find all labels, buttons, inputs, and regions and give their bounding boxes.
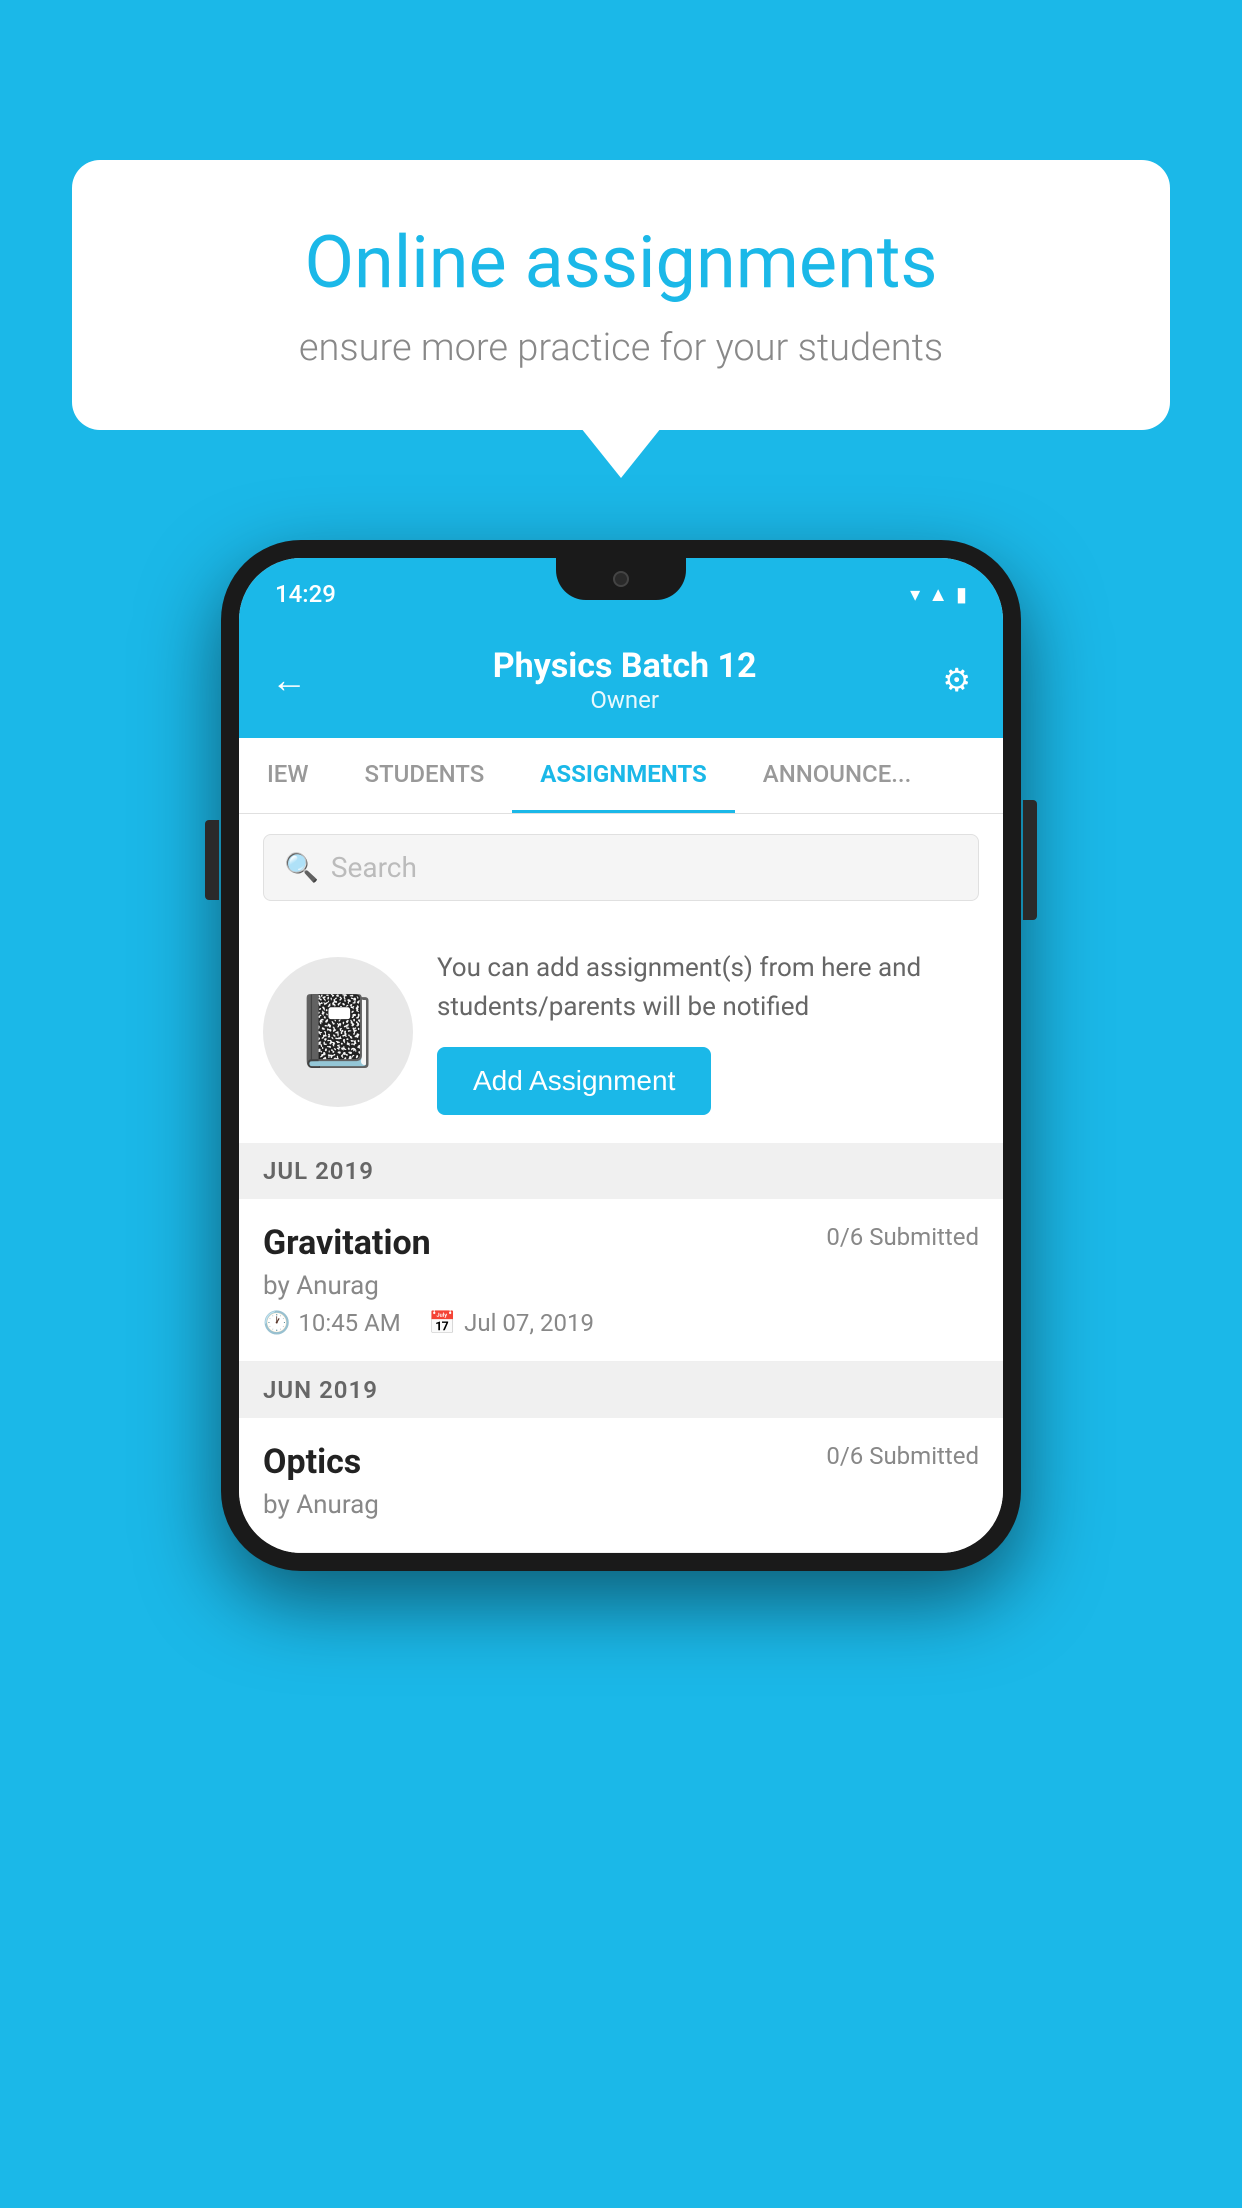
info-section: 📓 You can add assignment(s) from here an… <box>239 921 1003 1143</box>
tabs-bar: IEW STUDENTS ASSIGNMENTS ANNOUNCE... <box>239 738 1003 814</box>
speech-bubble-container: Online assignments ensure more practice … <box>72 160 1170 430</box>
tab-iew[interactable]: IEW <box>239 738 336 813</box>
status-icons: ▾ ▲ ▮ <box>910 582 967 607</box>
search-container: 🔍 Search <box>239 814 1003 921</box>
assignment-by-gravitation: by Anurag <box>263 1271 979 1301</box>
calendar-icon-gravitation: 📅 <box>429 1311 456 1336</box>
assignment-item-gravitation[interactable]: Gravitation 0/6 Submitted by Anurag 🕐 10… <box>239 1199 1003 1362</box>
speech-bubble: Online assignments ensure more practice … <box>72 160 1170 430</box>
tab-announcements[interactable]: ANNOUNCE... <box>735 738 939 813</box>
submitted-badge-optics: 0/6 Submitted <box>826 1442 979 1470</box>
search-placeholder: Search <box>331 851 417 884</box>
clock-icon-gravitation: 🕐 <box>263 1311 290 1336</box>
phone-wrapper: 14:29 ▾ ▲ ▮ ← Physics Batch 12 Owner ⚙ <box>221 540 1021 1571</box>
time-value-gravitation: 10:45 AM <box>298 1309 400 1337</box>
search-input-wrapper[interactable]: 🔍 Search <box>263 834 979 901</box>
header-title: Physics Batch 12 <box>307 646 942 686</box>
status-bar: 14:29 ▾ ▲ ▮ <box>239 558 1003 630</box>
assignment-by-optics: by Anurag <box>263 1490 979 1520</box>
assignment-icon-circle: 📓 <box>263 957 413 1107</box>
bubble-title: Online assignments <box>142 220 1100 306</box>
assignment-notebook-icon: 📓 <box>294 991 381 1073</box>
notch-cutout <box>556 558 686 600</box>
submitted-badge-gravitation: 0/6 Submitted <box>826 1223 979 1251</box>
tab-assignments[interactable]: ASSIGNMENTS <box>512 738 735 813</box>
info-description: You can add assignment(s) from here and … <box>437 949 979 1027</box>
settings-button[interactable]: ⚙ <box>942 661 971 699</box>
wifi-icon: ▾ <box>910 582 920 606</box>
camera-dot <box>613 571 629 587</box>
phone-screen: 14:29 ▾ ▲ ▮ ← Physics Batch 12 Owner ⚙ <box>239 558 1003 1553</box>
status-time: 14:29 <box>275 580 336 608</box>
assignment-name-optics: Optics <box>263 1442 361 1482</box>
bubble-subtitle: ensure more practice for your students <box>142 326 1100 370</box>
meta-date-gravitation: 📅 Jul 07, 2019 <box>429 1309 594 1337</box>
phone-outer: 14:29 ▾ ▲ ▮ ← Physics Batch 12 Owner ⚙ <box>221 540 1021 1571</box>
date-value-gravitation: Jul 07, 2019 <box>464 1309 594 1337</box>
app-header: ← Physics Batch 12 Owner ⚙ <box>239 630 1003 738</box>
tab-students[interactable]: STUDENTS <box>336 738 512 813</box>
header-subtitle: Owner <box>307 686 942 714</box>
assignment-top-row: Gravitation 0/6 Submitted <box>263 1223 979 1263</box>
battery-icon: ▮ <box>956 582 967 606</box>
meta-time-gravitation: 🕐 10:45 AM <box>263 1309 401 1337</box>
add-assignment-button[interactable]: Add Assignment <box>437 1047 711 1115</box>
section-header-jul: JUL 2019 <box>239 1143 1003 1199</box>
assignment-item-optics[interactable]: Optics 0/6 Submitted by Anurag <box>239 1418 1003 1553</box>
header-center: Physics Batch 12 Owner <box>307 646 942 714</box>
signal-icon: ▲ <box>928 582 948 607</box>
section-header-jun: JUN 2019 <box>239 1362 1003 1418</box>
search-icon: 🔍 <box>284 851 319 884</box>
assignment-meta-gravitation: 🕐 10:45 AM 📅 Jul 07, 2019 <box>263 1309 979 1337</box>
back-button[interactable]: ← <box>271 659 307 701</box>
info-text-area: You can add assignment(s) from here and … <box>437 949 979 1115</box>
assignment-name-gravitation: Gravitation <box>263 1223 431 1263</box>
assignment-top-row-optics: Optics 0/6 Submitted <box>263 1442 979 1482</box>
